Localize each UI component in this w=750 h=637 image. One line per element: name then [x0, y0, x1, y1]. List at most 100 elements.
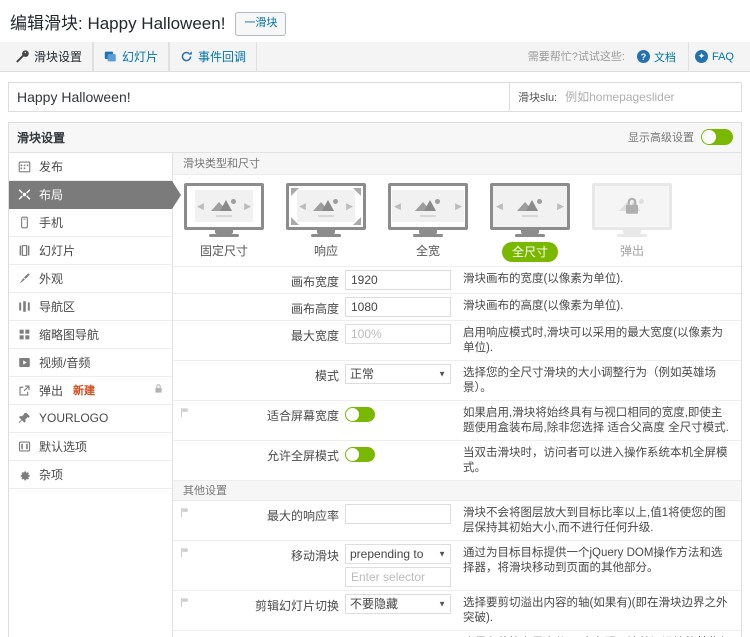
sidebar-item-thumbnail-navigation[interactable]: 缩略图导航	[9, 321, 172, 349]
tab-bar: 滑块设置 幻灯片 事件回调 需要帮忙?试试这些: ? 文档 ✦ FAQ	[0, 42, 750, 72]
tab-label: 幻灯片	[122, 48, 158, 65]
clip-slide-transition-select[interactable]: 不要隐藏	[345, 594, 451, 614]
sidebar-item-label: YOURLOGO	[39, 411, 108, 425]
sidebar-item-label: 幻灯片	[39, 242, 75, 259]
field-row-canvas-height: 画布高度 滑块画布的高度(以像素为单位).	[173, 294, 741, 321]
slides-icon	[104, 50, 117, 63]
new-badge: 新建	[73, 382, 95, 398]
slider-type-fixed[interactable]: ◀ ▶ 固定尺寸	[183, 183, 265, 262]
flag-placeholder	[173, 324, 195, 327]
slider-type-responsive[interactable]: ◀ ▶ 响应	[285, 183, 367, 262]
field-row-allow-fullscreen: 允许全屏模式 当双击滑块时，访问者可以进入操作系统本机全屏模式。	[173, 441, 741, 481]
field-description: 当双击滑块时，访问者可以进入操作系统本机全屏模式。	[453, 444, 741, 477]
tab-slides[interactable]: 幻灯片	[93, 42, 169, 71]
move-slider-method-select[interactable]: prepending to	[345, 544, 451, 564]
field-label: 模式	[195, 364, 345, 384]
sidebar-item-default-options[interactable]: 默认选项	[9, 433, 172, 461]
brush-icon	[17, 271, 31, 285]
field-row-clip-slide-transition: 剪辑幻灯片切换 不要隐藏 选择要剪切溢出内容的轴(如果有)(即在滑块边界之外突破…	[173, 591, 741, 631]
canvas-height-input[interactable]	[345, 297, 451, 317]
question-mark-icon: ?	[637, 50, 650, 63]
allow-fullscreen-toggle[interactable]	[345, 447, 375, 462]
sidebar-item-yourlogo[interactable]: YOURLOGO	[9, 405, 172, 433]
slug-label: 滑块slu:	[518, 89, 557, 105]
sidebar-item-slideshow[interactable]: 幻灯片	[9, 237, 172, 265]
navigation-icon	[17, 299, 31, 313]
popup-icon	[17, 383, 31, 397]
slider-settings-panel: 滑块设置 显示高级设置 发布 布局	[8, 122, 742, 637]
sidebar-item-popup[interactable]: 弹出 新建	[9, 377, 172, 405]
faq-link[interactable]: ✦ FAQ	[688, 42, 740, 72]
flag-placeholder	[173, 270, 195, 273]
refresh-icon	[180, 50, 193, 63]
field-row-mode: 模式 正常 选择您的全尺寸滑块的大小调整行为（例如英雄场景）。	[173, 361, 741, 401]
monitor-icon: ◀ ▶	[490, 183, 570, 237]
help-area: 需要帮忙?试试这些: ? 文档 ✦ FAQ	[528, 42, 744, 71]
slider-type-fullsize[interactable]: ◀ ▶ 全尺寸	[489, 183, 571, 262]
field-control	[345, 444, 453, 465]
lock-icon	[153, 383, 164, 397]
canvas-width-input[interactable]	[345, 270, 451, 290]
slider-slug-box: 滑块slu:	[509, 83, 741, 111]
sidebar-item-misc[interactable]: 杂项	[9, 461, 172, 489]
slider-type-popup: 弹出	[591, 183, 673, 262]
field-row-fit-screen-width: 适合屏幕宽度 如果启用,滑块将始终具有与视口相同的宽度,即使主题使用盒装布局,除…	[173, 401, 741, 441]
sidebar-item-mobile[interactable]: 手机	[9, 209, 172, 237]
docs-link[interactable]: ? 文档	[631, 42, 682, 72]
slider-type-fullwidth[interactable]: ◀ ▶ 全宽	[387, 183, 469, 262]
tab-slider-settings[interactable]: 滑块设置	[6, 42, 93, 71]
help-hint: 需要帮忙?试试这些:	[528, 48, 625, 64]
flag-icon	[173, 404, 195, 418]
sidebar-item-label: 外观	[39, 270, 63, 287]
field-control: 不要隐藏	[345, 594, 453, 614]
settings-sidebar: 发布 布局 手机 幻灯片	[9, 153, 173, 637]
sidebar-item-label: 视频/音频	[39, 354, 90, 371]
sidebar-item-label: 发布	[39, 158, 63, 175]
sidebar-item-navigation[interactable]: 导航区	[9, 293, 172, 321]
sidebar-item-video-audio[interactable]: 视频/音频	[9, 349, 172, 377]
field-row-prevent-slider-clip: 防止滑块剪切 确保在装箱布局中使用时,主题无法剪切滑块的某些部分.	[173, 631, 741, 637]
lock-icon	[595, 186, 669, 227]
monitor-icon: ◀ ▶	[286, 183, 366, 237]
sidebar-item-appearance[interactable]: 外观	[9, 265, 172, 293]
tab-event-callbacks[interactable]: 事件回调	[169, 42, 257, 71]
field-control: prepending to	[345, 544, 453, 587]
move-slider-selector-input[interactable]	[345, 567, 451, 587]
panel-title: 滑块设置	[17, 129, 65, 146]
panel-header: 滑块设置 显示高级设置	[9, 123, 741, 153]
page-header: 编辑滑块: Happy Halloween! 一滑块	[0, 0, 750, 42]
sidebar-item-publish[interactable]: 发布	[9, 153, 172, 181]
field-label: 最大的响应率	[195, 504, 345, 524]
field-control	[345, 270, 453, 290]
fit-screen-width-toggle[interactable]	[345, 407, 375, 422]
sidebar-item-layout[interactable]: 布局	[9, 181, 172, 209]
flag-placeholder	[173, 444, 195, 447]
field-row-max-ratio: 最大的响应率 滑块不会将图层放大到目标比率以上,值1将使您的图层保持其初始大小,…	[173, 501, 741, 541]
slider-type-label: 固定尺寸	[200, 242, 248, 259]
section-title-other-settings: 其他设置	[173, 481, 741, 501]
field-label: 移动滑块	[195, 544, 345, 564]
docs-label: 文档	[654, 49, 676, 65]
monitor-icon	[592, 183, 672, 237]
monitor-icon: ◀ ▶	[388, 183, 468, 237]
gear-icon	[17, 467, 31, 481]
slider-title-input[interactable]	[9, 83, 509, 111]
field-label: 剪辑幻灯片切换	[195, 594, 345, 614]
field-label: 最大宽度	[195, 324, 345, 344]
field-row-canvas-width: 画布宽度 滑块画布的宽度(以像素为单位).	[173, 267, 741, 294]
max-ratio-input[interactable]	[345, 504, 451, 524]
mode-select-value: 正常	[350, 365, 374, 382]
advanced-settings-toggle[interactable]	[701, 129, 733, 145]
field-row-max-width: 最大宽度 启用响应模式时,滑块可以采用的最大宽度(以像素为单位).	[173, 321, 741, 361]
slideshow-icon	[17, 243, 31, 257]
field-control	[345, 504, 453, 524]
slider-slug-input[interactable]	[563, 89, 733, 105]
max-width-input[interactable]	[345, 324, 451, 344]
field-label: 适合屏幕宽度	[195, 404, 345, 424]
field-description: 选择您的全尺寸滑块的大小调整行为（例如英雄场景）。	[453, 364, 741, 397]
field-description: 滑块画布的宽度(以像素为单位).	[453, 270, 741, 288]
add-new-slider-button[interactable]: 一滑块	[235, 12, 286, 36]
mode-select[interactable]: 正常	[345, 364, 451, 384]
field-description: 滑块画布的高度(以像素为单位).	[453, 297, 741, 315]
faq-label: FAQ	[712, 51, 734, 63]
